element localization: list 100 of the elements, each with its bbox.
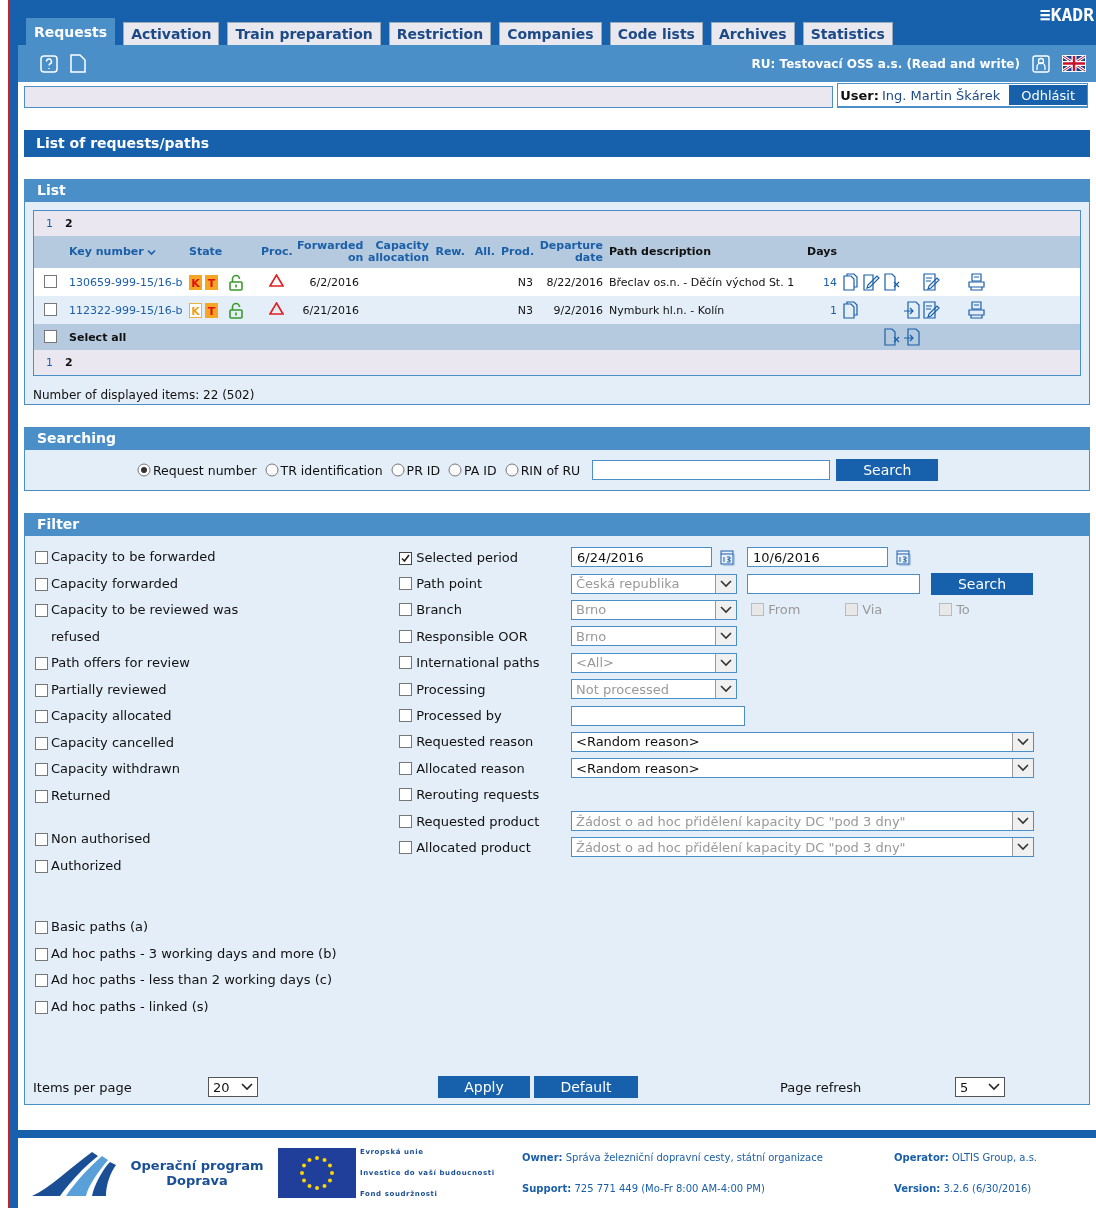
table-cell: Nymburk hl.n. - Kolín [609,303,725,317]
column-sort-link[interactable]: Rew. [435,246,465,258]
checkbox[interactable] [35,947,48,961]
select-field[interactable]: <Random reason> [571,731,1034,752]
column-sort-link[interactable]: Capacity allocation [365,240,429,264]
tab[interactable]: Statistics [802,22,893,45]
tab[interactable]: Train preparation [227,22,381,45]
tab[interactable]: Restriction [388,22,492,45]
edit-icon[interactable] [863,273,880,291]
page-link[interactable]: 1 [46,217,53,230]
state-badge: K [189,274,202,290]
document-icon[interactable] [70,54,86,73]
checkbox[interactable] [399,551,412,565]
checkbox[interactable] [35,604,48,617]
printer-icon[interactable] [968,301,985,319]
radio-button[interactable] [504,463,519,477]
radio-button[interactable] [390,463,405,477]
column-sort-link[interactable]: Proc. [261,246,293,258]
document-arrow-icon[interactable] [903,301,920,319]
search-button[interactable]: Search [836,459,939,481]
printer-icon[interactable] [968,273,985,291]
caret-icon [720,658,732,667]
item-count: Number of displayed items: 22 (502) [32,387,256,404]
page-link[interactable]: 2 [65,356,73,369]
checkbox[interactable] [35,789,48,803]
document-arrow-icon[interactable] [903,328,920,346]
note-icon[interactable] [923,301,940,319]
text-field[interactable] [747,573,920,594]
caret-icon [1017,817,1029,826]
user-label: User: [840,87,879,103]
column-sort-link[interactable]: All. [474,246,495,258]
calendar-icon[interactable] [896,548,911,566]
text-field[interactable] [571,705,745,726]
checkbox[interactable] [35,921,48,934]
note-icon[interactable] [923,273,940,291]
days-link[interactable]: 1 [830,303,837,317]
checkbox[interactable] [35,710,48,723]
caret-icon [241,1083,253,1091]
calendar-icon[interactable] [720,548,735,566]
document-x-icon[interactable] [883,273,900,291]
page-link[interactable]: 2 [65,217,73,230]
checkbox[interactable] [35,1000,48,1014]
select-field[interactable]: <Random reason> [571,758,1034,779]
tab[interactable]: Archives [710,22,795,45]
tab[interactable]: Companies [499,22,602,45]
checkbox[interactable] [35,763,48,776]
date-field[interactable]: 6/24/2016 [571,547,712,568]
checkbox[interactable] [43,303,57,316]
search-field[interactable] [592,460,831,480]
checkbox-label: Via [862,602,883,618]
checkbox[interactable] [35,577,48,591]
default-button[interactable]: Default [534,1076,638,1098]
flag-icon[interactable] [1062,55,1086,72]
column-sort-link[interactable]: State [189,246,223,258]
option-label: RIN of RU [520,462,581,478]
caret-icon [720,579,732,588]
apply-button[interactable]: Apply [438,1076,530,1098]
logout-button[interactable]: Odhlásit [1009,85,1087,105]
date-field[interactable]: 10/6/2016 [747,547,888,568]
checkbox[interactable] [399,709,412,723]
help-icon[interactable] [40,54,58,73]
column-sort-link[interactable]: Prod. [501,246,535,258]
column-sort-link[interactable]: Key number [69,246,156,258]
request-link[interactable]: 112322-999-15/16-b [69,303,183,317]
copy-icon[interactable] [843,273,860,291]
checkbox[interactable] [35,657,48,670]
page-size-select[interactable]: 20 [208,1077,258,1097]
radio-button[interactable] [137,463,151,477]
program-name: Operační program Doprava [129,1158,265,1188]
radio-button[interactable] [264,463,279,477]
checkbox[interactable] [35,736,48,750]
tab[interactable]: Code lists [609,22,703,45]
checkbox[interactable] [399,735,412,749]
column-sort-link[interactable]: Forwarded on [297,240,364,264]
refresh-select[interactable]: 5 [955,1077,1005,1097]
tab[interactable]: Activation [123,22,220,45]
checkbox[interactable] [399,788,412,802]
user-icon[interactable] [1032,54,1050,73]
checkbox-label: Ad hoc paths - 3 working days and more (b) [51,944,337,963]
checkbox[interactable] [35,683,48,697]
page-link[interactable]: 1 [46,356,53,369]
tab[interactable]: Requests [26,18,116,45]
document-x-icon[interactable] [883,328,900,346]
checkbox[interactable] [43,275,57,288]
checkbox[interactable] [35,859,48,873]
checkbox[interactable] [35,551,48,564]
checkbox-label: Capacity to be forwarded [51,548,216,566]
copy-icon[interactable] [843,301,860,319]
checkbox[interactable] [35,833,48,846]
radio-button[interactable] [448,463,463,477]
caret-icon [1017,737,1029,746]
option-label: Request number [153,462,257,478]
checkbox-label: Path offers for review [51,654,190,672]
version-label: Version: [894,1183,941,1194]
checkbox[interactable] [43,330,57,343]
checkbox[interactable] [399,761,412,775]
column-sort-link[interactable]: Departure date [539,240,603,264]
checkbox[interactable] [35,974,48,987]
days-link[interactable]: 14 [823,275,837,289]
request-link[interactable]: 130659-999-15/16-b [69,275,183,289]
